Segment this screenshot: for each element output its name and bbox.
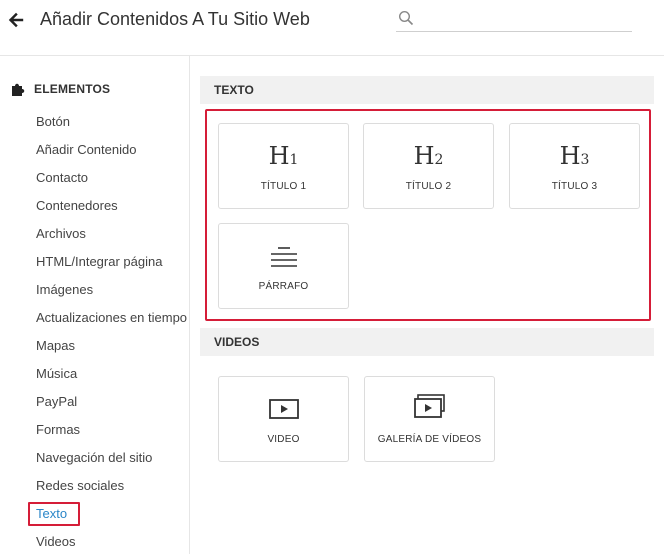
sidebar-item-musica[interactable]: Música	[36, 366, 77, 382]
sidebar-item-navegacion[interactable]: Navegación del sitio	[36, 450, 152, 466]
sidebar-item-imagenes[interactable]: Imágenes	[36, 282, 93, 298]
puzzle-icon	[10, 81, 26, 97]
tile-parrafo[interactable]: PÁRRAFO	[218, 223, 349, 309]
tile-label: TÍTULO 2	[405, 181, 452, 192]
active-item-highlight	[28, 502, 80, 526]
heading-2-icon: H2	[413, 142, 444, 170]
page-title: Añadir Contenidos A Tu Sitio Web	[40, 9, 310, 29]
search-box[interactable]	[396, 6, 632, 32]
sidebar-item-paypal[interactable]: PayPal	[36, 394, 77, 410]
heading-3-icon: H3	[559, 142, 590, 170]
tile-label: TÍTULO 1	[260, 181, 307, 192]
tile-titulo-2[interactable]: H2 TÍTULO 2	[363, 123, 494, 209]
top-header: Añadir Contenidos A Tu Sitio Web	[0, 0, 664, 56]
tile-label: PÁRRAFO	[258, 281, 309, 292]
tile-video[interactable]: VIDEO	[218, 376, 349, 462]
search-icon	[398, 10, 414, 26]
sidebar-item-mapas[interactable]: Mapas	[36, 338, 75, 354]
tile-titulo-1[interactable]: H1 TÍTULO 1	[218, 123, 349, 209]
tile-titulo-3[interactable]: H3 TÍTULO 3	[509, 123, 640, 209]
sidebar-item-contacto[interactable]: Contacto	[36, 170, 88, 186]
tile-label: GALERÍA DE VÍDEOS	[377, 434, 482, 445]
sidebar-item-videos[interactable]: Videos	[36, 534, 76, 550]
sidebar-heading-label: ELEMENTOS	[34, 82, 111, 96]
tile-galeria-videos[interactable]: GALERÍA DE VÍDEOS	[364, 376, 495, 462]
sidebar-heading: ELEMENTOS	[10, 80, 110, 98]
arrow-left-icon[interactable]	[6, 10, 26, 30]
tile-label: VIDEO	[267, 434, 300, 445]
paragraph-lines-icon	[269, 246, 299, 273]
sidebar-item-html[interactable]: HTML/Integrar página	[36, 254, 162, 270]
search-input[interactable]	[420, 8, 630, 30]
section-header-videos: VIDEOS	[200, 328, 654, 356]
sidebar-item-anadir-contenido[interactable]: Añadir Contenido	[36, 142, 136, 158]
video-gallery-icon	[413, 393, 446, 426]
video-play-icon	[268, 397, 300, 426]
sidebar-item-boton[interactable]: Botón	[36, 114, 70, 130]
sidebar: ELEMENTOS Botón Añadir Contenido Contact…	[0, 56, 190, 554]
heading-1-icon: H1	[268, 142, 299, 170]
sidebar-item-archivos[interactable]: Archivos	[36, 226, 86, 242]
sidebar-item-contenedores[interactable]: Contenedores	[36, 198, 118, 214]
section-header-texto: TEXTO	[200, 76, 654, 104]
sidebar-item-redes-sociales[interactable]: Redes sociales	[36, 478, 124, 494]
sidebar-item-actualizaciones[interactable]: Actualizaciones en tiempo	[36, 310, 189, 326]
tile-label: TÍTULO 3	[551, 181, 598, 192]
sidebar-item-formas[interactable]: Formas	[36, 422, 80, 438]
